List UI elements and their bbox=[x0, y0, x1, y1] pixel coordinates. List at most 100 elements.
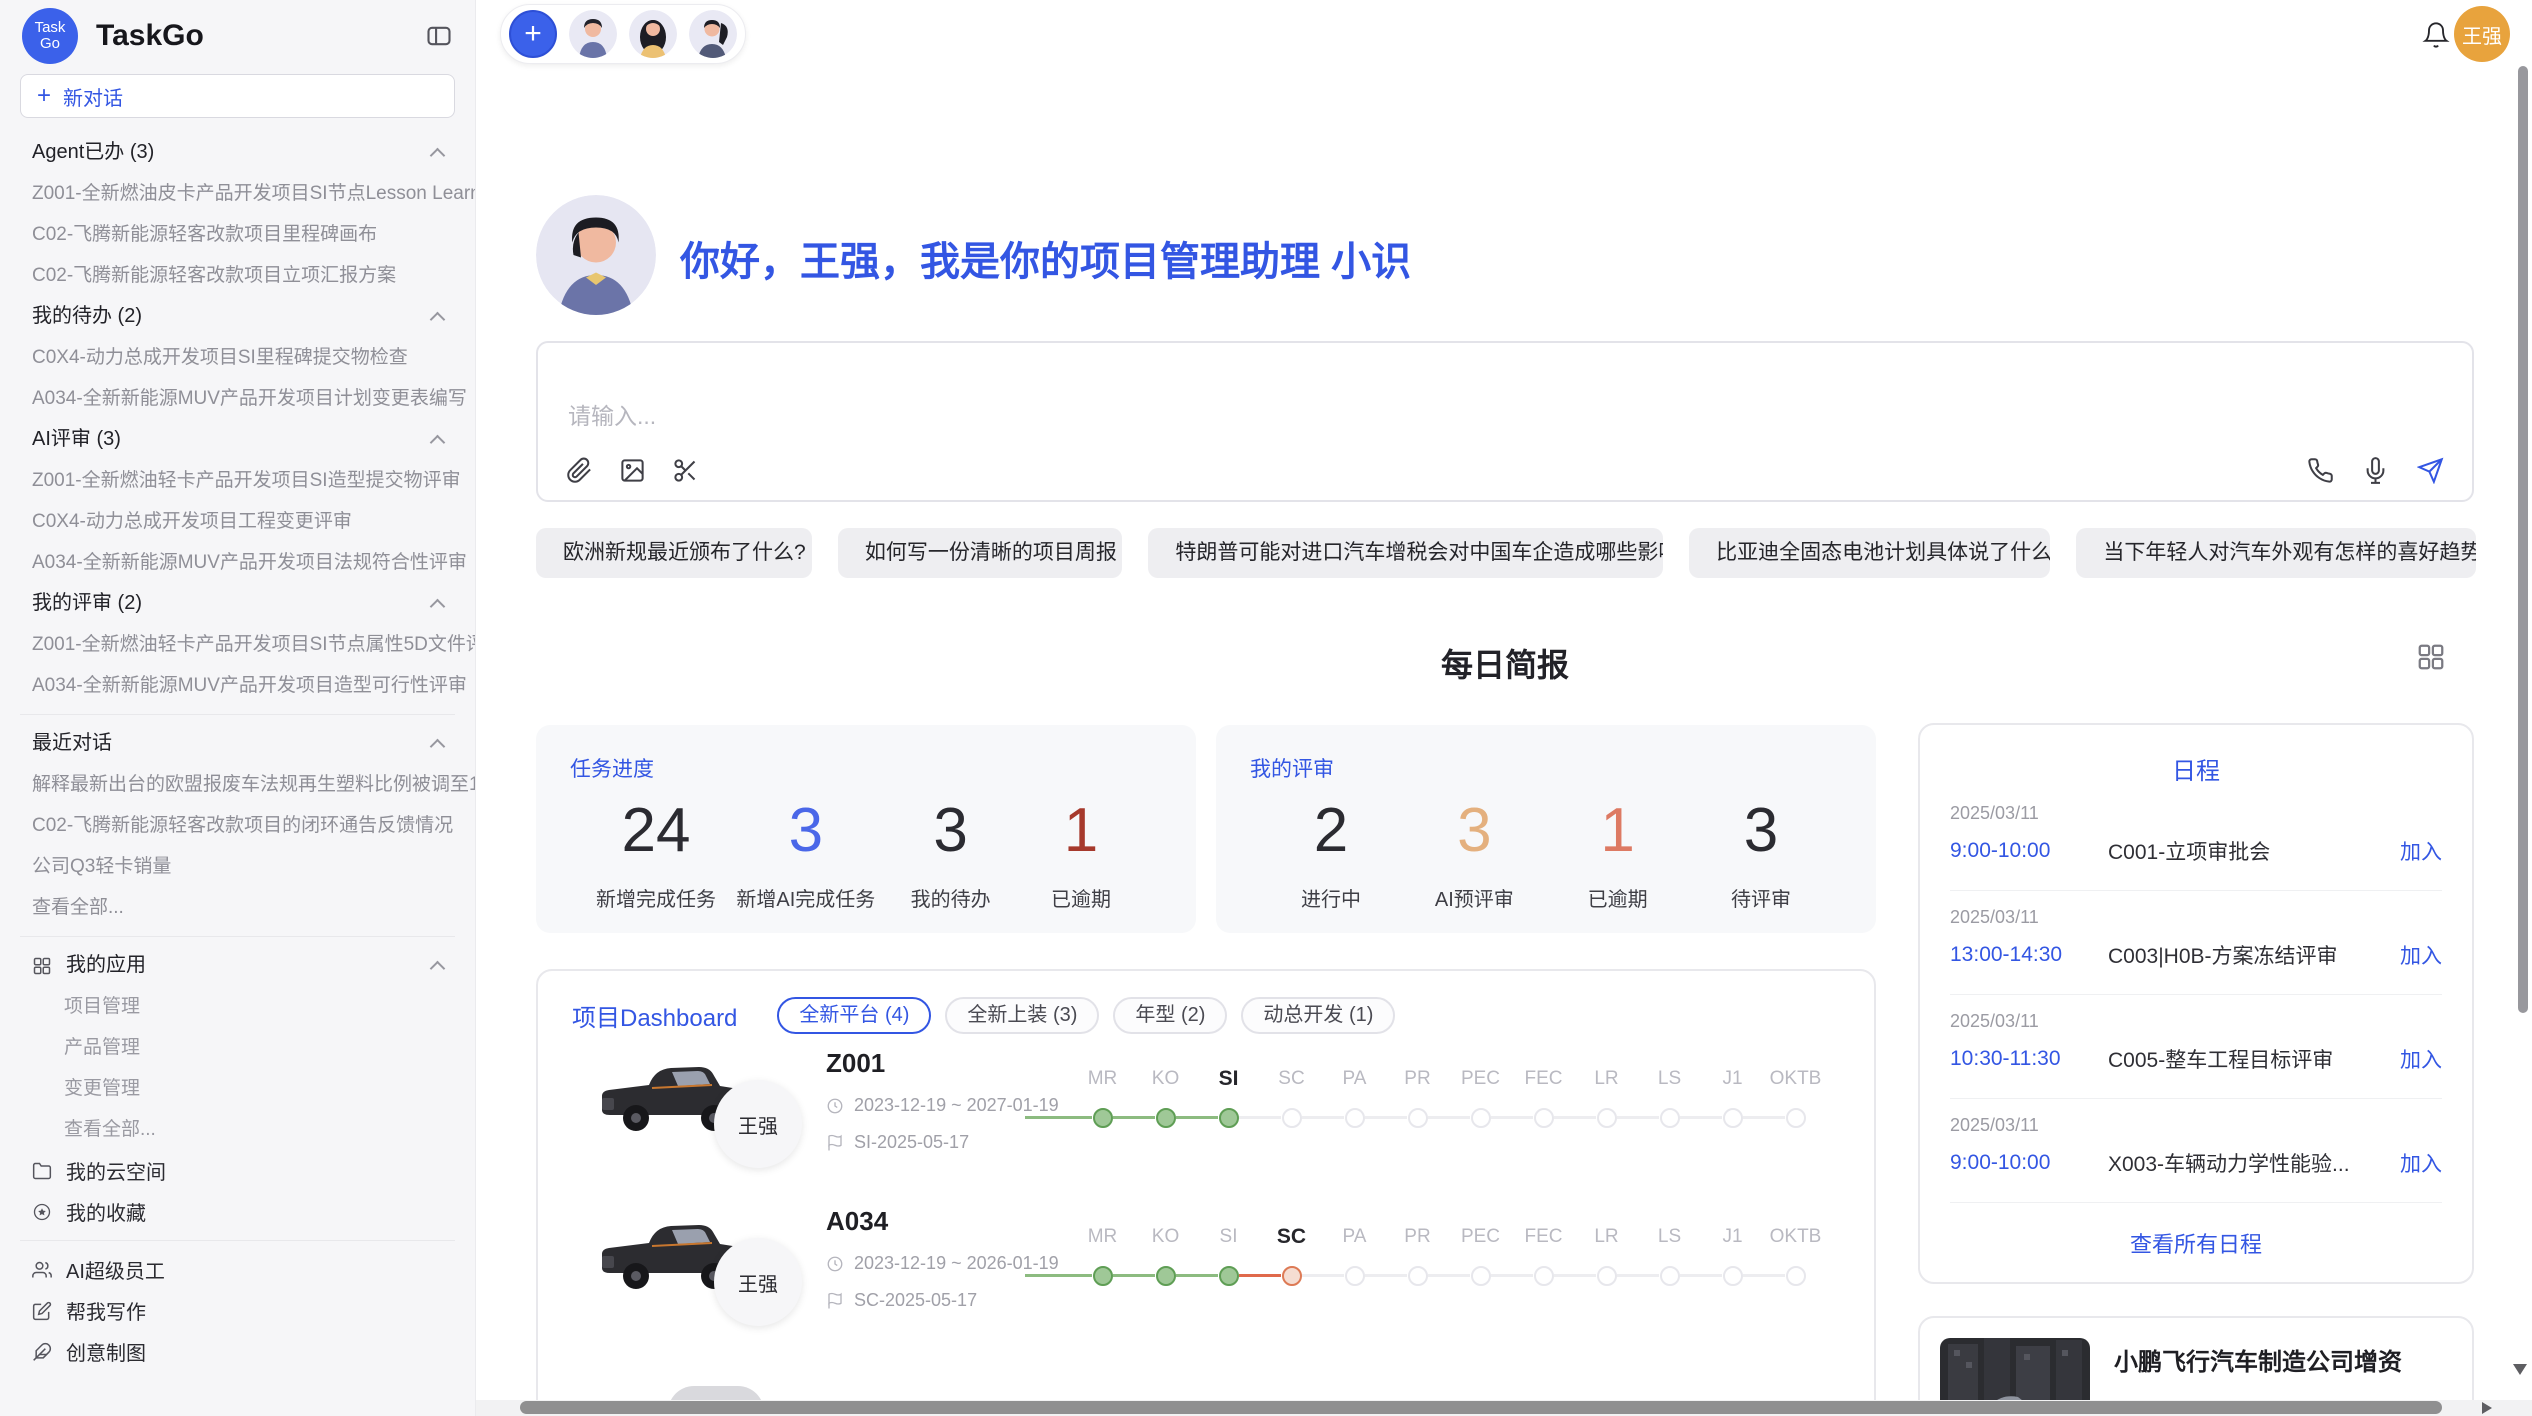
sidebar-item[interactable]: C02-飞腾新能源轻客改款项目立项汇报方案 bbox=[0, 255, 475, 296]
briefing-title: 每日简报 bbox=[536, 640, 2474, 686]
sidebar-item[interactable]: Z001-全新燃油轻卡产品开发项目SI节点属性5D文件评审 bbox=[0, 624, 475, 665]
suggestion-chip[interactable]: 比亚迪全固态电池计划具体说了什么 bbox=[1689, 528, 2050, 578]
notification-bell-icon[interactable] bbox=[2422, 21, 2450, 49]
sidebar-item[interactable]: A034-全新新能源MUV产品开发项目造型可行性评审 bbox=[0, 665, 475, 706]
milestone-dot bbox=[1408, 1108, 1428, 1128]
sidebar-section-header[interactable]: 我的评审 (2) bbox=[0, 583, 475, 624]
scissors-icon[interactable] bbox=[672, 457, 699, 484]
sidebar-section-header[interactable]: Agent已办 (3) bbox=[0, 132, 475, 173]
stat: 3 待评审 bbox=[1706, 793, 1816, 912]
dashboard-tab[interactable]: 全新平台 (4) bbox=[777, 997, 931, 1034]
sidebar-item[interactable]: C02-飞腾新能源轻客改款项目里程碑画布 bbox=[0, 214, 475, 255]
project-row[interactable]: 王强 Z001 2023-12-19 ~ 2027-01-19 SI-2025-… bbox=[538, 1034, 1874, 1192]
add-conversation-button[interactable]: + bbox=[509, 10, 557, 58]
scroll-right-arrow[interactable] bbox=[2482, 1402, 2492, 1414]
milestone: LR bbox=[1575, 1222, 1638, 1314]
milestone-label: FEC bbox=[1512, 1222, 1575, 1252]
recent-section-header[interactable]: 最近对话 bbox=[0, 723, 475, 764]
join-meeting-link[interactable]: 加入 bbox=[2400, 1044, 2442, 1074]
suggestion-chip[interactable]: 如何写一份清晰的项目周报 bbox=[838, 528, 1122, 578]
milestone-connector bbox=[1680, 1116, 1722, 1119]
recent-item[interactable]: 查看全部... bbox=[0, 887, 475, 928]
clock-icon bbox=[826, 1255, 844, 1273]
suggestion-chip[interactable]: 欧洲新规最近颁布了什么? bbox=[536, 528, 812, 578]
join-meeting-link[interactable]: 加入 bbox=[2400, 1148, 2442, 1178]
news-title: 小鹏飞行汽车制造公司增资 bbox=[2114, 1342, 2461, 1377]
milestone: KO bbox=[1134, 1222, 1197, 1314]
image-upload-icon[interactable] bbox=[619, 457, 646, 484]
milestone-dot bbox=[1408, 1266, 1428, 1286]
dashboard-tab[interactable]: 年型 (2) bbox=[1113, 997, 1227, 1034]
milestone-dot bbox=[1093, 1108, 1113, 1128]
milestone-connector bbox=[1176, 1116, 1218, 1119]
milestone-connector bbox=[1617, 1274, 1659, 1277]
star-circle-icon bbox=[32, 1202, 52, 1222]
sidebar-item[interactable]: A034-全新新能源MUV产品开发项目计划变更表编写 bbox=[0, 378, 475, 419]
chat-input[interactable] bbox=[568, 403, 1568, 430]
schedule-time: 10:30-11:30 bbox=[1950, 1047, 2108, 1071]
new-chat-button[interactable]: + 新对话 bbox=[20, 74, 455, 118]
recent-item[interactable]: C02-飞腾新能源轻客改款项目的闭环通告反馈情况 bbox=[0, 805, 475, 846]
member-avatar-1[interactable] bbox=[569, 10, 617, 58]
chevron-up-icon bbox=[430, 961, 446, 977]
milestone-label: SC bbox=[1260, 1064, 1323, 1094]
stat: 3 新增AI完成任务 bbox=[736, 793, 875, 912]
project-row[interactable]: 王强 A034 2023-12-19 ~ 2026-01-19 SC-2025-… bbox=[538, 1192, 1874, 1350]
member-avatar-3[interactable] bbox=[689, 10, 737, 58]
recent-item[interactable]: 解释最新出台的欧盟报废车法规再生塑料比例被调至15%... bbox=[0, 764, 475, 805]
sidebar-section-header[interactable]: 我的待办 (2) bbox=[0, 296, 475, 337]
stat-card: 任务进度 24 新增完成任务 3 新增AI完成任务 bbox=[536, 725, 1196, 933]
milestone-label: SI bbox=[1197, 1064, 1260, 1094]
sidebar-item-drawing[interactable]: 创意制图 bbox=[0, 1331, 475, 1372]
member-avatar-2[interactable] bbox=[629, 10, 677, 58]
milestone: LS bbox=[1638, 1064, 1701, 1156]
suggestion-chip[interactable]: 特朗普可能对进口汽车增税会对中国车企造成哪些影响 bbox=[1148, 528, 1663, 578]
paperclip-icon[interactable] bbox=[566, 457, 593, 484]
sidebar-item-cloud-space[interactable]: 我的云空间 bbox=[0, 1150, 475, 1191]
milestone: KO bbox=[1134, 1064, 1197, 1156]
sidebar-section-header[interactable]: AI评审 (3) bbox=[0, 419, 475, 460]
user-avatar[interactable]: 王强 bbox=[2454, 6, 2510, 62]
dashboard-tab[interactable]: 全新上装 (3) bbox=[945, 997, 1099, 1034]
app-item[interactable]: 变更管理 bbox=[0, 1068, 475, 1109]
recent-item[interactable]: 公司Q3轻卡销量 bbox=[0, 846, 475, 887]
horizontal-scrollbar-thumb[interactable] bbox=[520, 1401, 2442, 1414]
sidebar-collapse-icon[interactable] bbox=[425, 22, 453, 50]
schedule-item: 2025/03/11 13:00-14:30 C003|H0B-方案冻结评审 加… bbox=[1950, 891, 2442, 995]
schedule-date: 2025/03/11 bbox=[1950, 1115, 2442, 1136]
join-meeting-link[interactable]: 加入 bbox=[2400, 836, 2442, 866]
sidebar-item-writing[interactable]: 帮我写作 bbox=[0, 1290, 475, 1331]
sidebar-item-ai-staff[interactable]: AI超级员工 bbox=[0, 1249, 475, 1290]
app-item[interactable]: 项目管理 bbox=[0, 986, 475, 1027]
vertical-scrollbar-thumb[interactable] bbox=[2518, 66, 2528, 1013]
app-item[interactable]: 产品管理 bbox=[0, 1027, 475, 1068]
layout-grid-icon[interactable] bbox=[2416, 642, 2446, 672]
milestone-label: MR bbox=[1071, 1222, 1134, 1252]
milestone: SC bbox=[1260, 1222, 1323, 1314]
project-owner-badge: 王强 bbox=[714, 1080, 802, 1168]
dashboard-tab[interactable]: 动总开发 (1) bbox=[1241, 997, 1395, 1034]
view-all-schedule-link[interactable]: 查看所有日程 bbox=[1920, 1227, 2472, 1259]
sidebar-item[interactable]: C0X4-动力总成开发项目SI里程碑提交物检查 bbox=[0, 337, 475, 378]
sidebar-item[interactable]: C0X4-动力总成开发项目工程变更评审 bbox=[0, 501, 475, 542]
milestone-connector bbox=[1365, 1116, 1407, 1119]
app-item[interactable]: 查看全部... bbox=[0, 1109, 475, 1150]
section-title: 我的应用 bbox=[66, 945, 146, 986]
join-meeting-link[interactable]: 加入 bbox=[2400, 940, 2442, 970]
milestone-label: OKTB bbox=[1764, 1222, 1827, 1252]
phone-icon[interactable] bbox=[2307, 457, 2334, 484]
suggestion-chip[interactable]: 当下年轻人对汽车外观有怎样的喜好趋势 bbox=[2076, 528, 2476, 578]
ai-staff-label: AI超级员工 bbox=[66, 1255, 165, 1284]
microphone-icon[interactable] bbox=[2362, 457, 2389, 484]
milestone-connector bbox=[1025, 1274, 1092, 1277]
stat-label: 进行中 bbox=[1276, 883, 1386, 912]
folder-icon bbox=[32, 1161, 52, 1181]
scroll-down-arrow[interactable] bbox=[2513, 1364, 2527, 1375]
send-icon[interactable] bbox=[2417, 457, 2444, 484]
sidebar-item[interactable]: Z001-全新燃油皮卡产品开发项目SI节点Lesson Learn报告 bbox=[0, 173, 475, 214]
sidebar-item[interactable]: Z001-全新燃油轻卡产品开发项目SI造型提交物评审 bbox=[0, 460, 475, 501]
sidebar-item[interactable]: A034-全新新能源MUV产品开发项目法规符合性评审 bbox=[0, 542, 475, 583]
apps-section-header[interactable]: 我的应用 bbox=[0, 945, 475, 986]
milestone-timeline: MR KO SI bbox=[1071, 1064, 1827, 1156]
sidebar-item-favorites[interactable]: 我的收藏 bbox=[0, 1191, 475, 1232]
